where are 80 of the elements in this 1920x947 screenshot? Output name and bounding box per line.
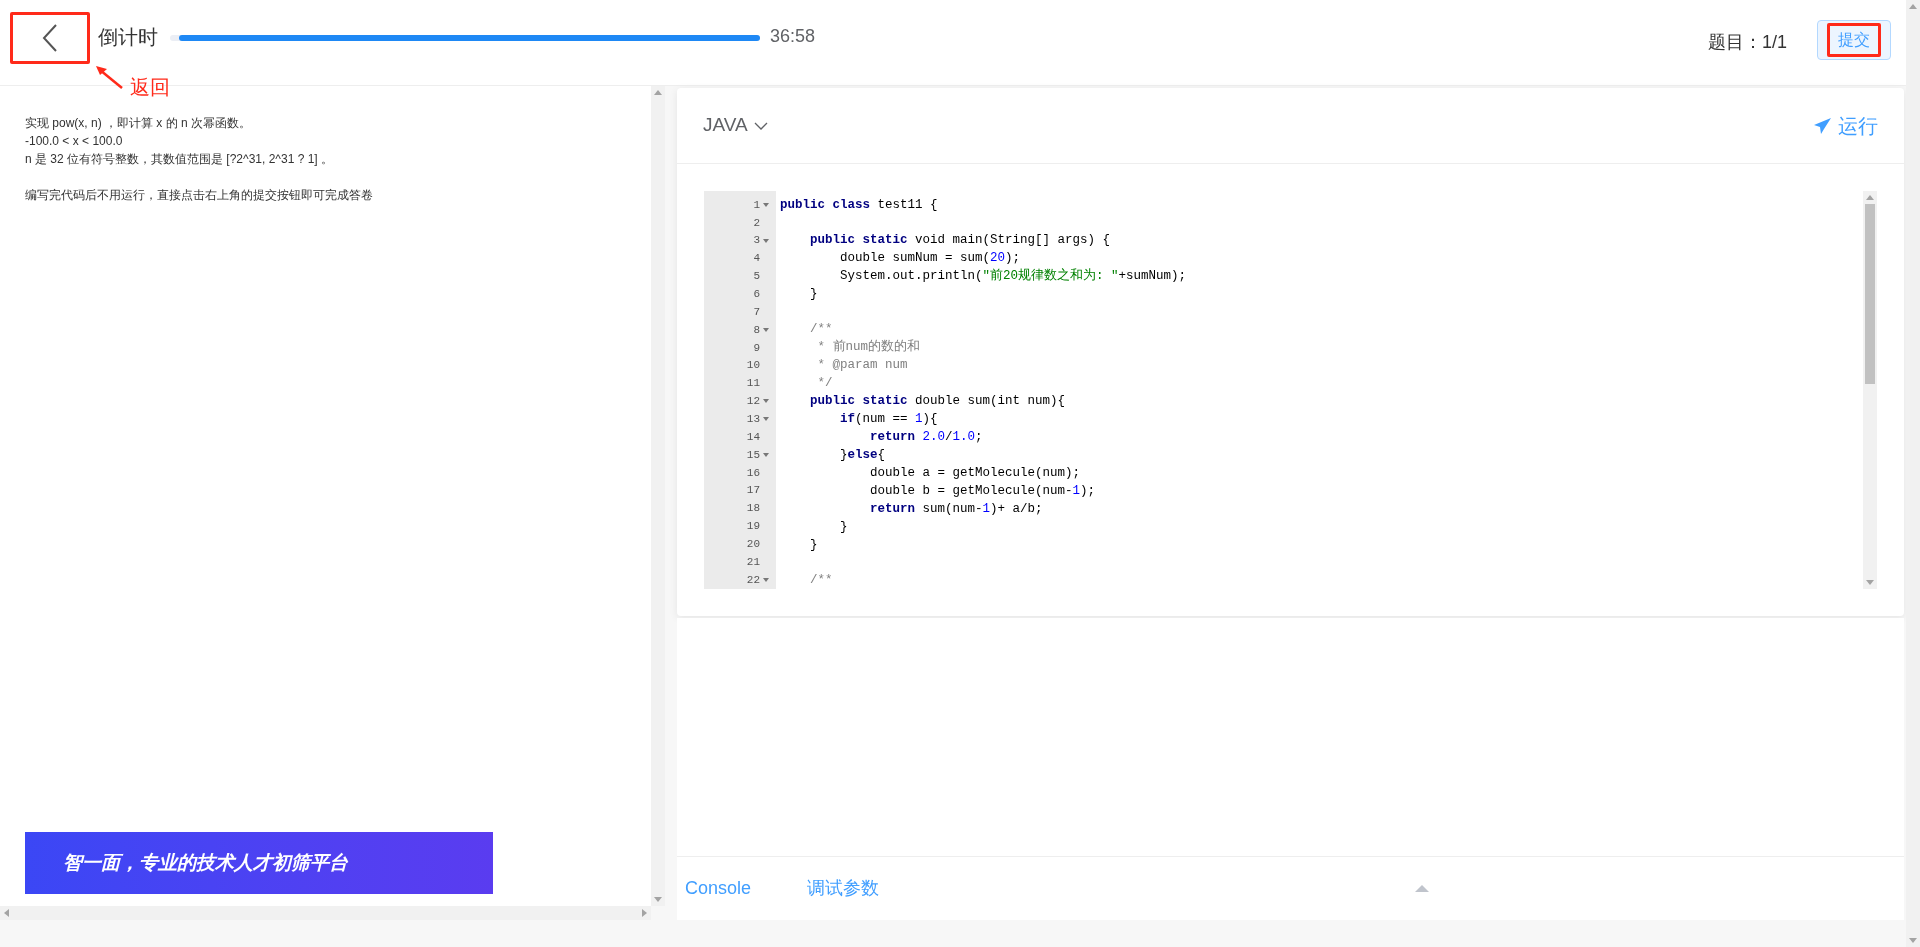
run-button[interactable]: 运行: [1814, 110, 1878, 141]
console-tab[interactable]: 调试参数: [807, 875, 880, 902]
line-number: 11: [746, 376, 760, 392]
fold-arrow-icon[interactable]: [763, 452, 769, 457]
problem-text: n 是 32 位有符号整数，其数值范围是 [?2^31, 2^31 ? 1] 。: [25, 151, 335, 168]
vertical-scrollbar[interactable]: [651, 86, 665, 906]
line-number: 18: [746, 501, 760, 517]
line-number: 3: [753, 233, 760, 249]
line-number: 20: [746, 537, 760, 552]
line-number: 16: [746, 465, 760, 481]
vertical-scrollbar[interactable]: [1863, 191, 1877, 589]
code-line: double a = getMolecule(num);: [869, 464, 1081, 482]
submit-button[interactable]: 提交: [1817, 20, 1891, 60]
code-line: }: [809, 285, 818, 303]
scroll-right-icon[interactable]: [642, 909, 647, 917]
banner-text: 智一面，专业的技术人才初筛平台: [63, 850, 348, 875]
scroll-left-icon[interactable]: [4, 909, 9, 917]
fold-arrow-icon[interactable]: [763, 327, 769, 332]
code-line: * @param num: [816, 356, 908, 374]
horizontal-scrollbar[interactable]: [0, 906, 651, 920]
code-line: return sum(num-1)+ a/b;: [869, 500, 1043, 518]
fold-arrow-icon[interactable]: [763, 399, 769, 404]
line-number: 22: [746, 572, 760, 588]
code-line: }: [809, 536, 818, 554]
submit-highlight: 提交: [1827, 23, 1881, 57]
line-number: 12: [746, 394, 760, 410]
line-number: 13: [746, 412, 760, 427]
code-line: System.out.println("前20规律数之和为: "+sumNum);: [839, 267, 1187, 285]
timer-reading: 36:58: [770, 25, 816, 48]
line-number: 8: [753, 322, 760, 338]
line-number: 6: [753, 286, 760, 302]
annotation-label: 返回: [130, 75, 170, 100]
line-number: 19: [746, 519, 760, 535]
scrollbar-thumb[interactable]: [1865, 204, 1875, 384]
code-line: * 前num的数的和: [816, 338, 920, 356]
code-line: */: [816, 374, 833, 392]
code-line: }: [839, 518, 848, 536]
code-line: public class test11 {: [780, 196, 938, 214]
back-button[interactable]: [10, 12, 90, 64]
fold-arrow-icon[interactable]: [763, 202, 769, 207]
annotation-arrow: [94, 64, 124, 90]
line-number: 4: [753, 251, 760, 267]
send-icon: [1814, 117, 1832, 134]
line-number: 15: [746, 447, 760, 463]
code-line: double sumNum = sum(20);: [839, 249, 1021, 267]
code-line: /**: [809, 320, 833, 338]
console-tab[interactable]: Console: [685, 875, 752, 902]
fold-arrow-icon[interactable]: [763, 577, 769, 582]
expand-up-icon[interactable]: [1415, 885, 1430, 892]
fold-arrow-icon[interactable]: [763, 417, 769, 422]
scroll-up-icon[interactable]: [654, 90, 662, 95]
scroll-down-icon[interactable]: [1909, 938, 1917, 943]
timer-label: 倒计时: [98, 25, 158, 50]
line-number: 17: [746, 483, 760, 499]
code-line: /**: [809, 571, 833, 589]
line-number: 2: [753, 215, 760, 231]
code-line: double b = getMolecule(num-1);: [869, 482, 1096, 500]
line-number: 7: [753, 304, 760, 320]
problem-text: 实现 pow(x, n) ，即计算 x 的 n 次幂函数。: [25, 115, 253, 132]
code-line: return 2.0/1.0;: [869, 428, 983, 446]
code-line: public static double sum(int num){: [809, 392, 1066, 410]
fold-arrow-icon[interactable]: [763, 238, 769, 243]
chevron-down-icon: [753, 121, 768, 130]
code-line: }else{: [839, 446, 886, 464]
problem-text: -100.0 < x < 100.0: [25, 133, 124, 150]
chevron-left-icon: [41, 23, 59, 53]
code-line: if(num == 1){: [839, 410, 938, 428]
scroll-up-icon[interactable]: [1909, 4, 1917, 9]
vertical-scrollbar[interactable]: [1906, 0, 1920, 947]
code-line: public static void main(String[] args) {: [809, 231, 1111, 249]
language-select[interactable]: JAVA: [703, 111, 768, 140]
line-number: 1: [753, 197, 760, 213]
line-number: 21: [746, 554, 760, 570]
line-number: 5: [753, 269, 760, 285]
line-number: 9: [753, 340, 760, 356]
line-number: 10: [746, 358, 760, 374]
problem-text: 编写完代码后不用运行，直接点击右上角的提交按钮即可完成答卷: [25, 187, 374, 204]
line-number: 14: [746, 429, 760, 445]
question-count: 题目：1/1: [1707, 31, 1787, 54]
scroll-down-icon[interactable]: [1866, 580, 1874, 585]
